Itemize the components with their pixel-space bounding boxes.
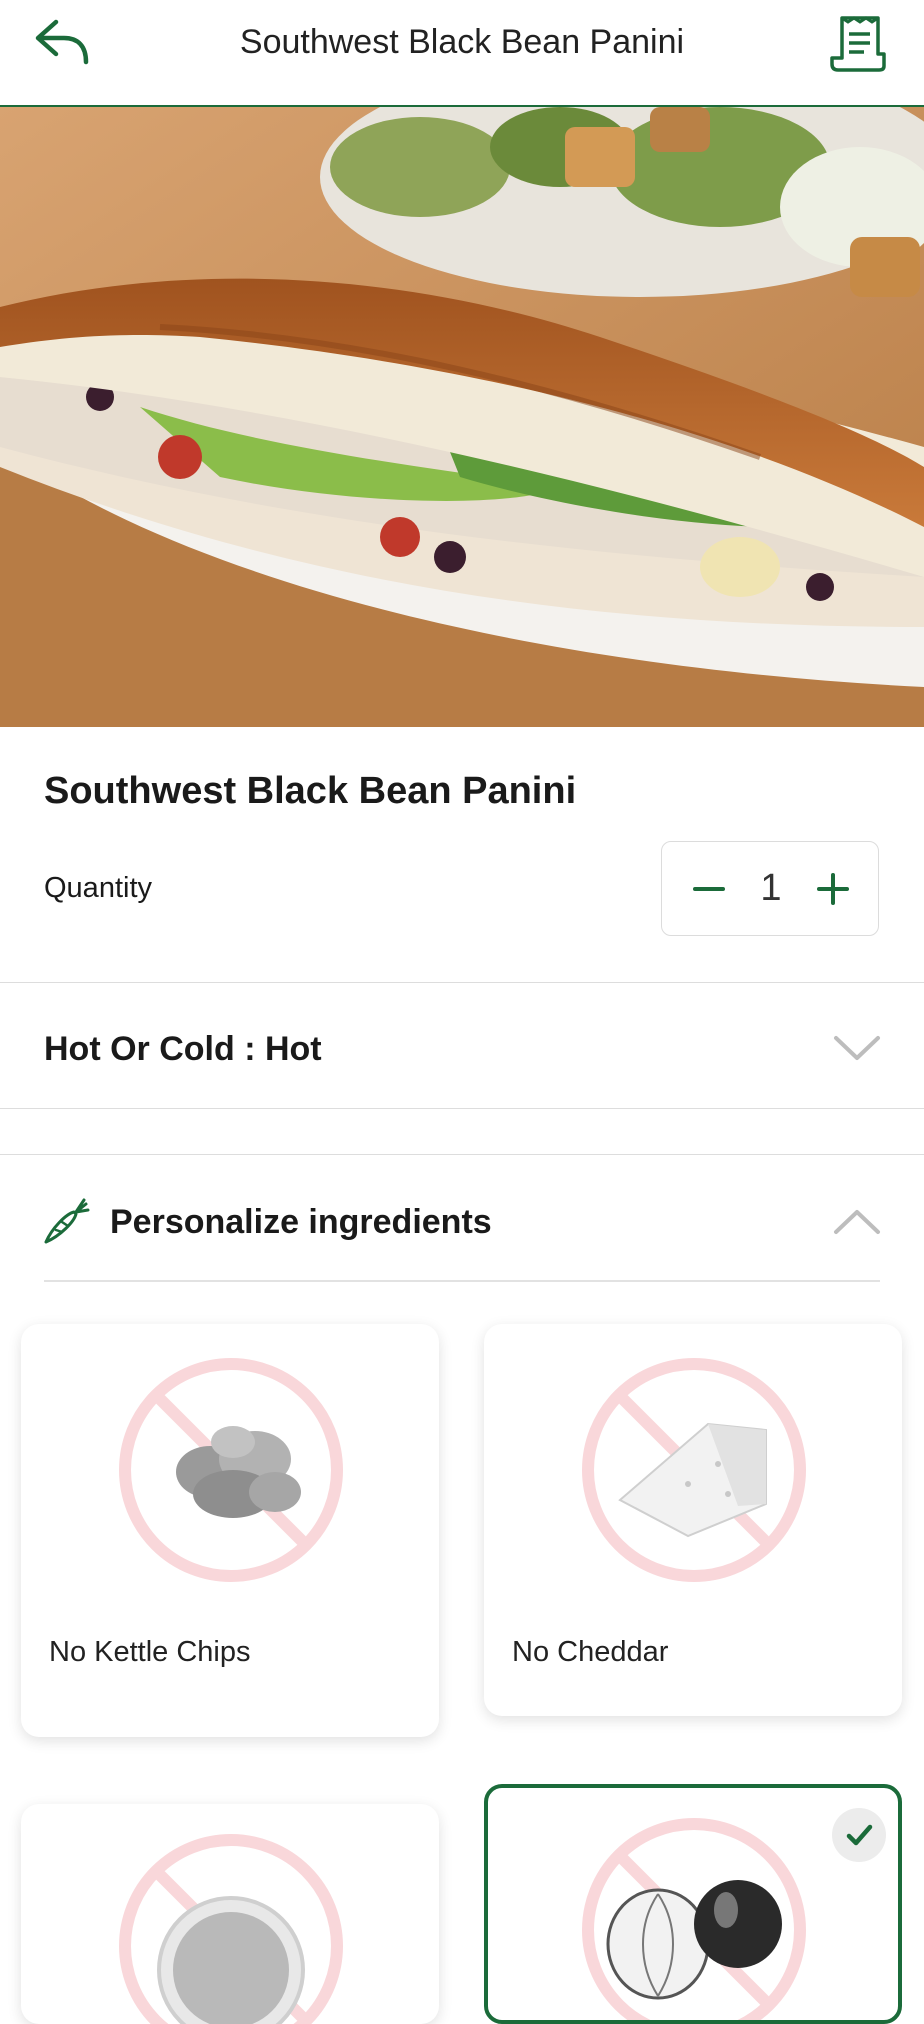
receipt-icon[interactable] (828, 14, 888, 74)
plus-icon (817, 873, 849, 905)
carrot-icon (44, 1198, 90, 1244)
ingredient-card-sauce[interactable] (21, 1804, 439, 2024)
minus-icon (693, 887, 725, 891)
quantity-label: Quantity (44, 872, 152, 904)
selected-check-badge (832, 1808, 886, 1862)
check-icon (846, 1824, 873, 1846)
decrease-quantity-button[interactable] (680, 860, 738, 918)
quantity-value: 1 (760, 867, 782, 909)
divider (0, 1154, 924, 1155)
divider (44, 1280, 880, 1282)
divider (0, 1108, 924, 1109)
sauce-image (119, 1834, 343, 2024)
cheddar-image (582, 1358, 806, 1582)
quantity-stepper: 1 (661, 841, 879, 936)
ingredient-card-kettle-chips[interactable]: No Kettle Chips (21, 1324, 439, 1737)
increase-quantity-button[interactable] (804, 860, 862, 918)
top-app-bar: Southwest Black Bean Panini (0, 0, 924, 107)
chevron-down-icon (834, 1036, 880, 1060)
header-title: Southwest Black Bean Panini (239, 23, 685, 61)
ingredient-label: No Cheddar (512, 1636, 669, 1668)
hot-or-cold-label: Hot Or Cold : Hot (44, 1030, 322, 1068)
ingredient-label: No Kettle Chips (49, 1636, 251, 1668)
ingredient-card-onion[interactable] (484, 1784, 902, 2024)
onion-image (582, 1818, 806, 2020)
product-image (0, 107, 924, 727)
product-name: Southwest Black Bean Panini (44, 770, 577, 812)
kettle-chips-image (119, 1358, 343, 1582)
ingredient-card-cheddar[interactable]: No Cheddar (484, 1324, 902, 1716)
chevron-up-icon (834, 1210, 880, 1234)
personalize-ingredients-title: Personalize ingredients (110, 1203, 492, 1241)
